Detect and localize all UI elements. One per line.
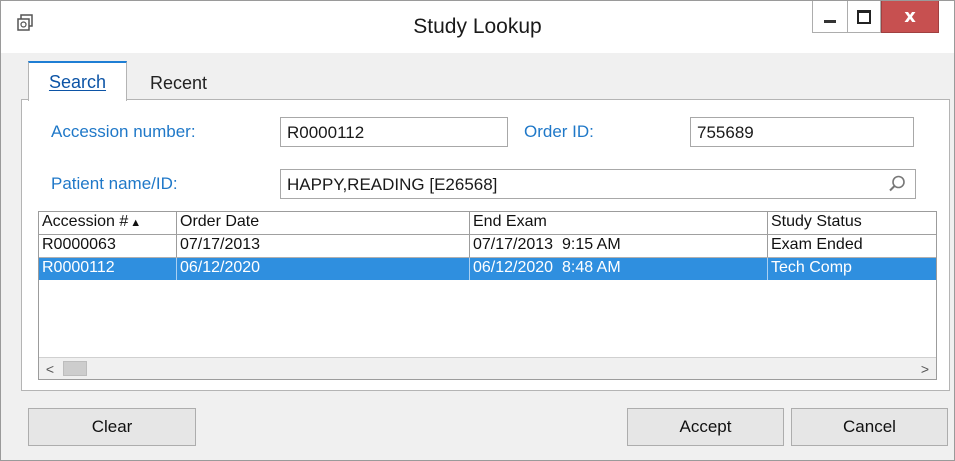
cell-order-date: 06/12/2020 <box>177 258 470 280</box>
table-row[interactable]: R0000063 07/17/2013 07/17/2013 9:15 AM E… <box>39 235 936 258</box>
tab-recent[interactable]: Recent <box>131 67 226 99</box>
column-header-order-date[interactable]: Order Date <box>177 212 470 234</box>
cell-study-status: Tech Comp <box>771 259 852 276</box>
maximize-button[interactable] <box>847 1 881 33</box>
close-button[interactable]: x <box>881 1 939 33</box>
cancel-button[interactable]: Cancel <box>791 408 948 446</box>
cancel-button-label: Cancel <box>843 417 896 436</box>
title-bar: Study Lookup x <box>1 1 954 53</box>
grid-header: Accession # ▲ Order Date End Exam Study S… <box>39 212 936 235</box>
order-id-input[interactable]: 755689 <box>690 117 914 147</box>
tab-recent-label: Recent <box>149 72 208 93</box>
cell-accession: R0000112 <box>39 258 177 280</box>
cell-accession: R0000063 <box>39 235 177 257</box>
tab-search-label: Search <box>48 71 107 92</box>
close-icon: x <box>904 6 916 27</box>
minimize-icon <box>824 20 836 23</box>
column-header-end-exam[interactable]: End Exam <box>470 212 768 234</box>
cell-end-exam: 06/12/2020 8:48 AM <box>470 258 768 280</box>
patient-name-input[interactable]: HAPPY,READING [E26568] <box>280 169 916 199</box>
cell-end-exam: 07/17/2013 9:15 AM <box>470 235 768 257</box>
scroll-thumb[interactable] <box>63 361 87 376</box>
search-icon[interactable] <box>887 174 907 194</box>
scroll-left-icon[interactable]: < <box>39 358 61 379</box>
tab-search[interactable]: Search <box>28 61 127 101</box>
order-id-label: Order ID: <box>524 122 594 141</box>
maximize-icon <box>857 9 871 24</box>
accession-number-label: Accession number: <box>51 122 196 141</box>
column-header-accession-label: Accession # <box>42 213 129 230</box>
cell-order-date: 07/17/2013 <box>177 235 470 257</box>
horizontal-scrollbar[interactable]: < > <box>39 357 936 379</box>
accession-number-input[interactable]: R0000112 <box>280 117 508 147</box>
patient-name-value: HAPPY,READING [E26568] <box>287 175 498 194</box>
scroll-right-icon[interactable]: > <box>914 358 936 379</box>
minimize-button[interactable] <box>812 1 848 33</box>
accept-button[interactable]: Accept <box>627 408 784 446</box>
column-header-accession[interactable]: Accession # ▲ <box>39 212 177 234</box>
column-header-study-status[interactable]: Study Status <box>768 212 936 234</box>
study-lookup-window: Study Lookup x Search Recent Accession n… <box>0 0 955 461</box>
sort-ascending-icon: ▲ <box>130 217 142 229</box>
study-grid: Accession # ▲ Order Date End Exam Study S… <box>38 211 937 380</box>
clear-button[interactable]: Clear <box>28 408 196 446</box>
clear-button-label: Clear <box>91 417 133 436</box>
table-row-selected[interactable]: R0000112 06/12/2020 06/12/2020 8:48 AM T… <box>39 258 936 280</box>
cell-study-status: Exam Ended <box>771 236 863 253</box>
accept-button-label: Accept <box>679 417 732 436</box>
patient-name-label: Patient name/ID: <box>51 174 178 193</box>
